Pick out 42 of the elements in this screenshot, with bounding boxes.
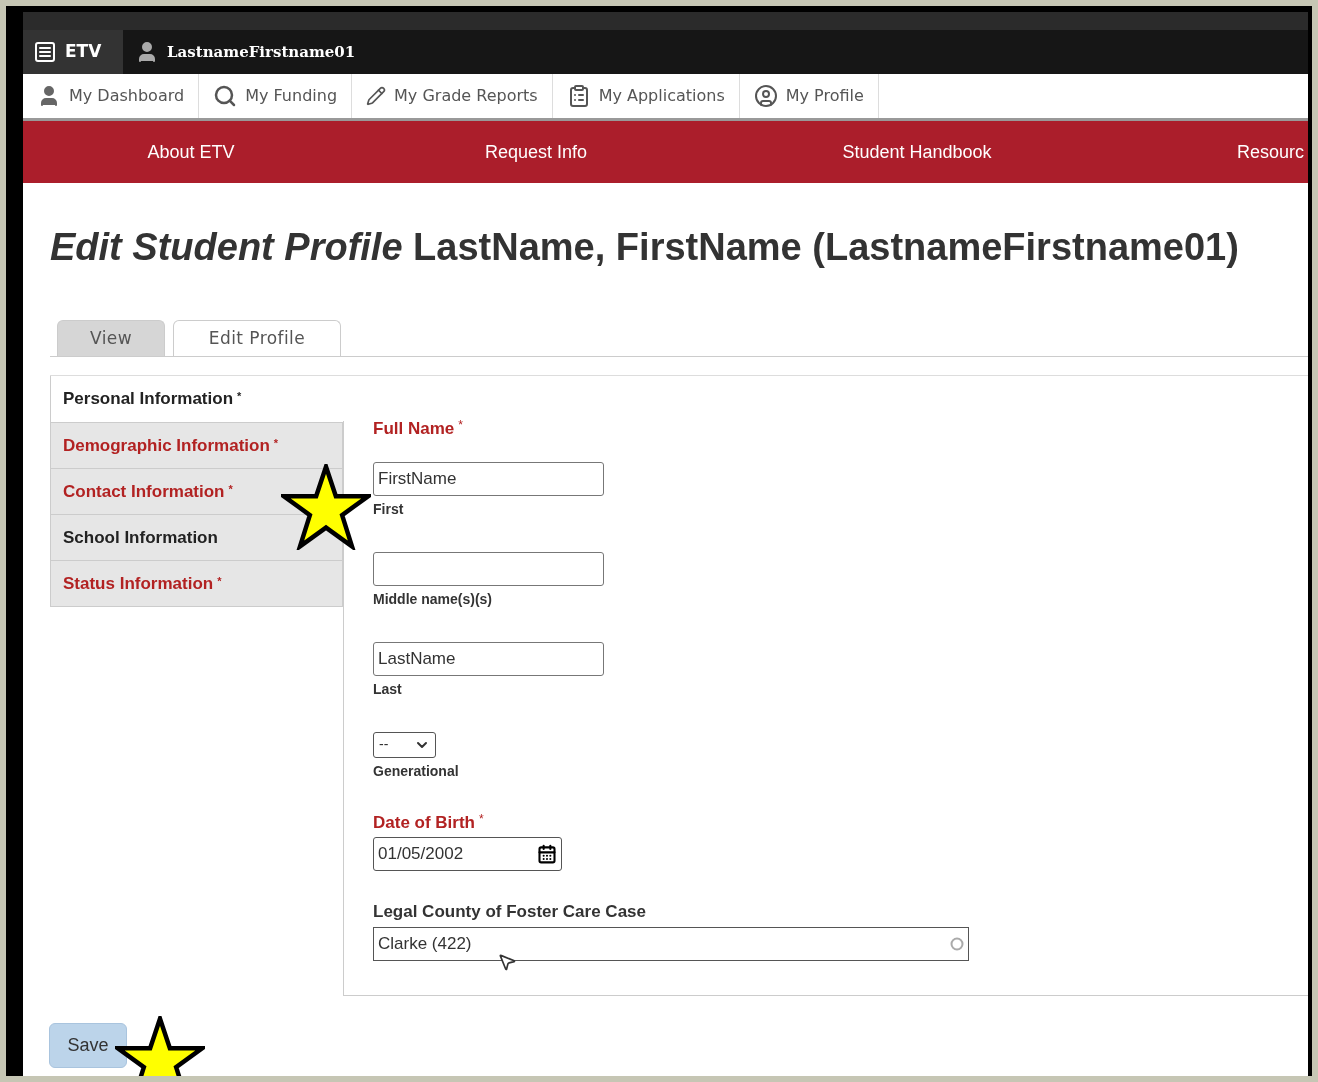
save-button[interactable]: Save [49, 1022, 127, 1068]
sidebar-item[interactable]: Contact Information * [51, 468, 343, 514]
date-field[interactable]: 01/05/2002 [373, 837, 562, 871]
field-label: Full Name [373, 418, 455, 440]
sidebar-item[interactable]: School Information [51, 514, 343, 560]
field-caption: Last [373, 679, 403, 699]
circle-icon [950, 936, 964, 951]
field-label: Legal County of Foster Care Case [373, 901, 646, 923]
sidebar-item[interactable]: Status Information * [51, 560, 343, 606]
calendar-icon [537, 844, 557, 864]
star-icon [281, 464, 371, 550]
page-title: Edit Student Profile LastName, FirstName (LastnameFirstname01) [50, 225, 1240, 270]
field-caption: Generational [373, 761, 460, 781]
required-mark: * [479, 810, 484, 828]
cursor-icon [497, 952, 517, 972]
required-mark: * [458, 417, 463, 434]
text-field[interactable]: FirstName [373, 461, 604, 496]
list-icon [33, 40, 57, 64]
text-field[interactable] [373, 551, 604, 586]
menu-link[interactable]: Resourc [1237, 138, 1305, 166]
text-field[interactable]: LastName [373, 641, 604, 676]
magnifier-icon [213, 84, 238, 108]
menu-link[interactable]: Student Handbook [842, 138, 992, 166]
nav-tab[interactable]: My Applications [552, 74, 740, 118]
select-field[interactable]: -- [373, 731, 436, 758]
nav-tab[interactable]: My Grade Reports [352, 74, 553, 118]
nav-tab[interactable]: My Dashboard [23, 74, 200, 118]
app-tab[interactable]: ETV [23, 30, 123, 74]
field-caption: First [373, 499, 405, 519]
combo-field[interactable]: Clarke (422) [373, 926, 969, 961]
menu-link[interactable]: Request Info [484, 138, 588, 166]
tab[interactable]: View [57, 320, 165, 356]
pencil-icon [366, 86, 387, 106]
sidebar-item[interactable]: Demographic Information * [51, 422, 343, 468]
field-caption: Middle name(s)(s) [373, 589, 493, 609]
user-menu[interactable]: LastnameFirstname01 [123, 30, 356, 74]
tab[interactable]: Edit Profile [173, 320, 341, 356]
nav-tab[interactable]: My Profile [739, 74, 879, 118]
field-label: Date of Birth [373, 811, 475, 834]
menu-link[interactable]: About ETV [147, 138, 235, 166]
nav-tab[interactable]: My Funding [199, 74, 353, 118]
person-circle-icon [753, 84, 778, 108]
